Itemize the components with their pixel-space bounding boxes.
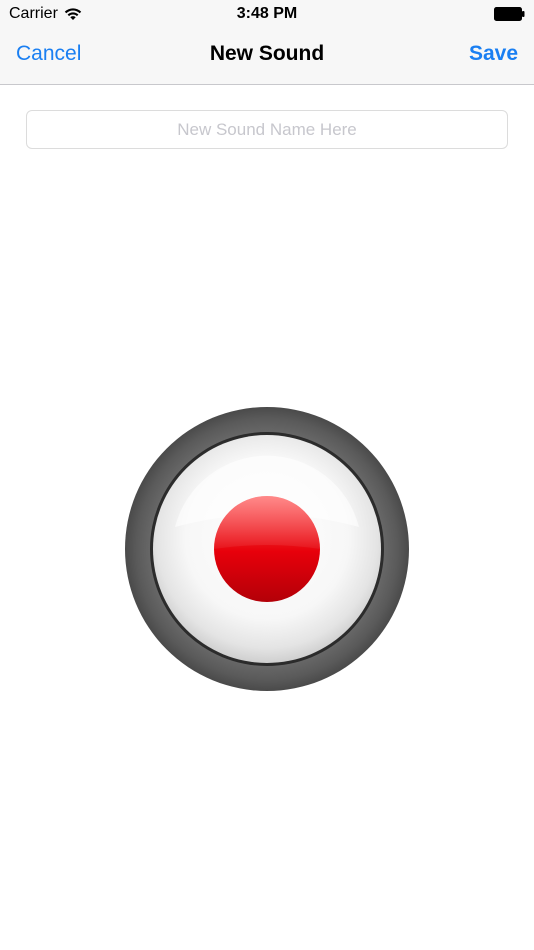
navigation-bar: Cancel New Sound Save xyxy=(0,28,534,85)
new-sound-screen: Carrier 3:48 PM Cancel New Sound Save xyxy=(0,0,534,950)
battery-icon xyxy=(494,7,525,21)
status-bar: Carrier 3:48 PM xyxy=(0,0,534,28)
record-button[interactable] xyxy=(125,407,409,691)
save-button[interactable]: Save xyxy=(469,42,518,66)
status-time: 3:48 PM xyxy=(236,5,298,22)
sound-name-input[interactable] xyxy=(26,110,508,149)
record-icon xyxy=(125,407,409,691)
page-title: New Sound xyxy=(209,42,325,65)
